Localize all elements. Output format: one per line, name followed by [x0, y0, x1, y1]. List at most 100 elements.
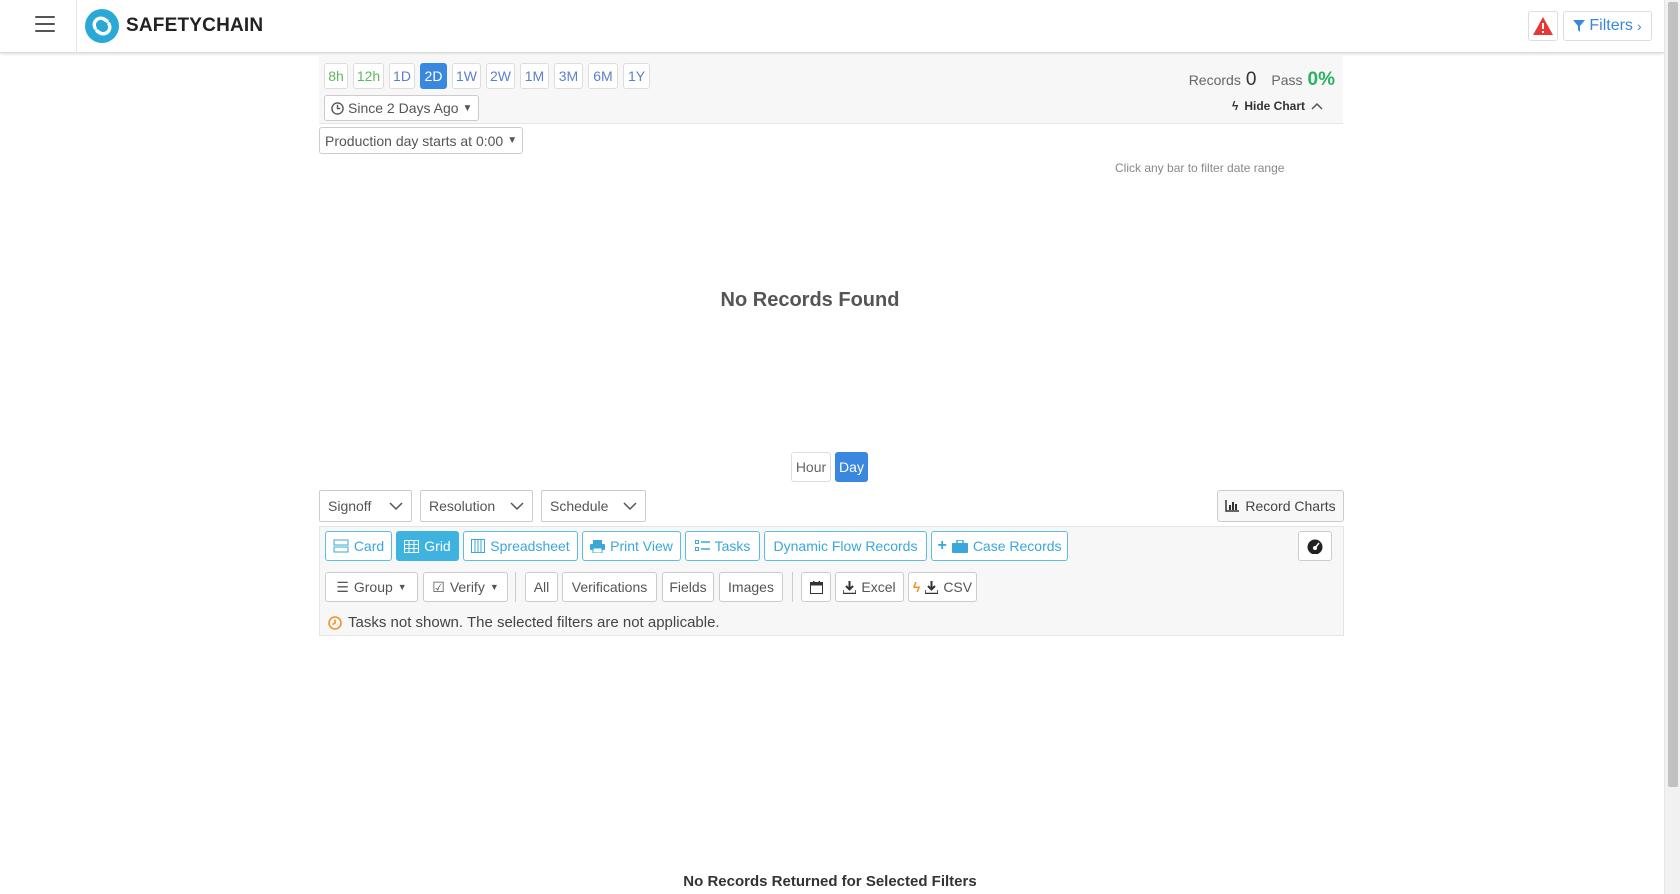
record-charts-button[interactable]: Record Charts — [1217, 490, 1344, 522]
no-records-returned-message: No Records Returned for Selected Filters — [683, 873, 977, 890]
range-1m-button[interactable]: 1M — [520, 63, 549, 89]
group-label: Group — [353, 579, 393, 595]
date-range-panel: 8h 12h 1D 2D 1W 2W 1M 3M 6M 1Y Since 2 D… — [319, 55, 1343, 124]
briefcase-icon — [951, 539, 968, 553]
filters-button[interactable]: Filters › — [1563, 11, 1652, 41]
signoff-label: Signoff — [328, 498, 372, 514]
case-records-label: Case Records — [972, 538, 1062, 554]
caret-down-icon: ▼ — [507, 135, 518, 146]
range-1d-button[interactable]: 1D — [389, 63, 415, 89]
range-12h-button[interactable]: 12h — [353, 63, 384, 89]
spreadsheet-view-button[interactable]: Spreadsheet — [463, 531, 578, 561]
brand-logo[interactable]: SAFETYCHAIN — [84, 8, 263, 44]
grid-icon — [404, 539, 420, 553]
card-label: Card — [353, 538, 385, 554]
records-summary: Records 0 Pass 0% — [1189, 69, 1335, 91]
pass-label: Pass — [1271, 72, 1303, 88]
verify-dropdown[interactable]: ☑ Verify ▼ — [423, 572, 508, 602]
verifications-button[interactable]: Verifications — [562, 572, 657, 602]
since-dropdown[interactable]: Since 2 Days Ago ▼ — [324, 95, 480, 121]
range-2w-button[interactable]: 2W — [486, 63, 515, 89]
plus-icon: + — [937, 537, 947, 554]
filter-icon — [1573, 20, 1586, 32]
tasks-notice-text: Tasks not shown. The selected filters ar… — [348, 614, 720, 631]
range-1w-button[interactable]: 1W — [452, 63, 481, 89]
records-label: Records — [1188, 72, 1241, 88]
page-scrollbar[interactable] — [1664, 0, 1680, 894]
card-view-button[interactable]: Card — [325, 531, 392, 561]
verify-label: Verify — [449, 579, 485, 595]
spreadsheet-label: Spreadsheet — [490, 538, 570, 554]
brand-name: SAFETYCHAIN — [126, 15, 264, 36]
caret-down-icon: ▼ — [489, 582, 499, 592]
all-button[interactable]: All — [525, 572, 558, 602]
csv-label: CSV — [943, 579, 973, 595]
csv-export-button[interactable]: ϟ CSV — [908, 572, 977, 602]
case-records-button[interactable]: + Case Records — [931, 531, 1068, 561]
tasks-view-button[interactable]: Tasks — [685, 531, 760, 561]
toolbar-divider — [515, 572, 516, 602]
tasks-notice: Tasks not shown. The selected filters ar… — [328, 614, 720, 631]
chevron-down-icon — [389, 501, 403, 510]
print-view-button[interactable]: Print View — [582, 531, 681, 561]
download-icon — [925, 580, 939, 594]
chart-hint: Click any bar to filter date range — [1115, 161, 1285, 175]
print-icon — [590, 539, 606, 553]
group-dropdown[interactable]: ☰ Group ▼ — [325, 572, 418, 602]
chevron-down-icon — [623, 501, 637, 510]
chart-empty-message: No Records Found — [720, 289, 900, 311]
bolt-icon: ϟ — [1231, 99, 1239, 113]
signoff-select[interactable]: Signoff — [319, 490, 412, 522]
chevron-down-icon — [510, 501, 524, 510]
warning-icon — [1533, 17, 1553, 35]
chevron-up-icon — [1311, 102, 1323, 110]
resolution-select[interactable]: Resolution — [420, 490, 533, 522]
tasks-label: Tasks — [714, 538, 751, 554]
dashboard-icon — [1307, 539, 1323, 554]
chevron-right-icon: › — [1636, 18, 1642, 34]
range-1y-button[interactable]: 1Y — [623, 63, 650, 89]
alerts-button[interactable] — [1528, 11, 1558, 41]
top-navbar: SAFETYCHAIN Filters › — [0, 0, 1664, 53]
schedule-label: Schedule — [550, 498, 609, 514]
download-icon — [843, 580, 857, 594]
schedule-select[interactable]: Schedule — [541, 490, 646, 522]
range-2d-button[interactable]: 2D — [420, 63, 447, 89]
caret-down-icon: ▼ — [397, 582, 407, 592]
divider — [76, 0, 77, 53]
range-6m-button[interactable]: 6M — [588, 63, 618, 89]
images-button[interactable]: Images — [719, 572, 783, 602]
toolbar-divider — [792, 572, 793, 602]
safetychain-logo — [85, 9, 119, 43]
excel-export-button[interactable]: Excel — [835, 572, 904, 602]
check-square-icon: ☑ — [432, 578, 445, 595]
pass-percent: 0% — [1307, 69, 1335, 90]
filters-label: Filters — [1589, 17, 1633, 34]
dynamic-flow-label: Dynamic Flow Records — [773, 538, 918, 554]
grid-label: Grid — [424, 538, 451, 554]
grid-view-button[interactable]: Grid — [396, 531, 459, 561]
bar-chart-icon — [1225, 500, 1240, 512]
spreadsheet-icon — [471, 539, 486, 553]
clock-warning-icon — [328, 615, 342, 630]
caret-down-icon: ▼ — [462, 102, 473, 114]
hour-toggle-button[interactable]: Hour — [791, 452, 831, 482]
menu-icon[interactable] — [35, 16, 55, 32]
scrollbar-thumb[interactable] — [1668, 2, 1678, 787]
records-count: 0 — [1245, 69, 1257, 90]
print-view-label: Print View — [610, 538, 673, 554]
clock-icon — [331, 101, 344, 115]
records-toolbar: Card Grid Spreadsheet Print View Tasks D… — [319, 526, 1344, 636]
production-day-dropdown[interactable]: Production day starts at 0:00 ▼ — [319, 127, 524, 154]
range-8h-button[interactable]: 8h — [324, 63, 348, 89]
hide-chart-toggle[interactable]: ϟ Hide Chart — [1232, 99, 1323, 113]
dashboard-button[interactable] — [1298, 531, 1332, 561]
production-day-label: Production day starts at 0:00 — [325, 132, 504, 149]
calendar-icon — [809, 580, 823, 594]
fields-button[interactable]: Fields — [662, 572, 714, 602]
dynamic-flow-records-button[interactable]: Dynamic Flow Records — [764, 531, 927, 561]
bolt-icon: ϟ — [912, 579, 921, 595]
calendar-button[interactable] — [801, 572, 831, 602]
day-toggle-button[interactable]: Day — [835, 452, 868, 482]
range-3m-button[interactable]: 3M — [554, 63, 583, 89]
